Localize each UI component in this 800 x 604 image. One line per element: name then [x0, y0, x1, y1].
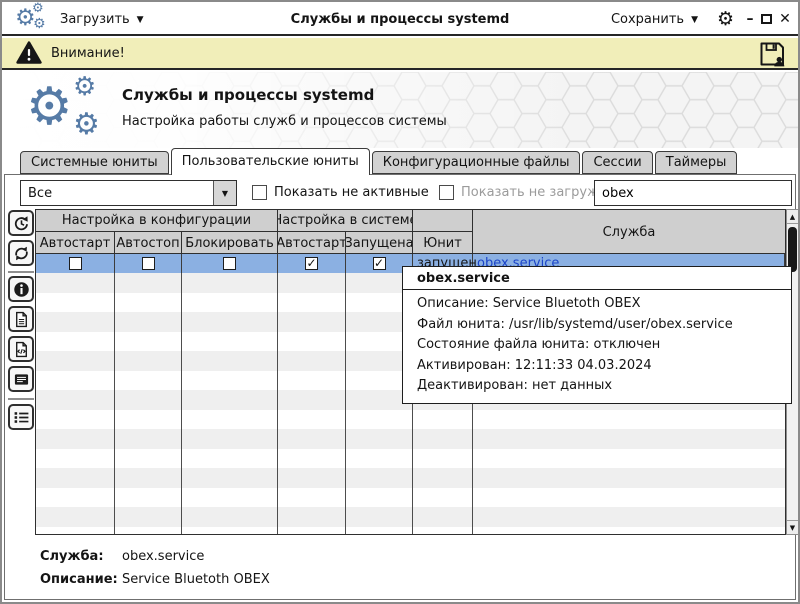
chevron-down-icon: ▼	[136, 14, 144, 25]
column-header-unit: Юнит	[413, 232, 473, 254]
history-button[interactable]	[8, 210, 34, 236]
table-row	[36, 507, 785, 527]
show-unloaded-checkbox[interactable]	[439, 185, 454, 200]
page-header: ⚙ ⚙ ⚙ Службы и процессы systemd Настройк…	[2, 72, 798, 148]
tooltip-unit-file: Файл юнита: /usr/lib/systemd/user/obex.s…	[417, 316, 733, 332]
gear-glyph: ⚙	[73, 107, 100, 142]
column-header-service: Служба	[602, 224, 656, 240]
search-input[interactable]	[594, 180, 792, 206]
gear-glyph: ⚙	[33, 16, 46, 32]
warning-triangle-icon	[16, 41, 42, 65]
show-inactive-checkbox[interactable]	[252, 185, 267, 200]
show-inactive-label: Показать не активные	[274, 185, 429, 200]
group-header-blank	[413, 210, 473, 232]
column-header-block: Блокировать	[182, 232, 278, 254]
combo-arrow-button[interactable]: ▼	[213, 181, 236, 205]
table-row	[36, 409, 785, 429]
scope-select[interactable]: Все ▼	[20, 180, 237, 206]
settings-gear-icon[interactable]: ⚙	[717, 2, 734, 36]
scope-select-value: Все	[28, 185, 53, 201]
table-row	[36, 487, 785, 507]
tab-timers[interactable]: Таймеры	[654, 151, 738, 174]
gear-glyph: ⚙	[73, 72, 97, 102]
checkbox-system-autostart[interactable]: ✓	[305, 257, 318, 270]
window-title: Службы и процессы systemd	[290, 11, 510, 27]
column-header-autostart-config: Автостарт	[36, 232, 115, 254]
detail-service-label: Служба:	[40, 549, 104, 564]
document-button[interactable]	[8, 306, 34, 332]
checkbox-system-running[interactable]: ✓	[372, 257, 386, 270]
maximize-button[interactable]	[758, 2, 774, 36]
tooltip-body: Описание: Service Bluetoth OBEX Файл юни…	[403, 290, 791, 403]
group-header-config: Настройка в конфигурации	[36, 210, 278, 232]
tab-config-files[interactable]: Конфигурационные файлы	[371, 151, 581, 174]
app-window: ⚙ ⚙ ⚙ Загрузить ▼ Службы и процессы syst…	[0, 0, 800, 604]
journal-console-icon	[13, 371, 30, 388]
list-icon	[13, 409, 30, 426]
load-menu-button[interactable]: Загрузить ▼	[60, 2, 144, 36]
maximize-icon	[760, 14, 772, 24]
tooltip-unit-file-state: Состояние файла юнита: отключен	[417, 337, 661, 352]
close-button[interactable]: ✕	[777, 2, 793, 36]
table-row	[36, 448, 785, 468]
group-header-system: Настройка в системе	[278, 210, 413, 232]
tooltip-deactivated: Деактивирован: нет данных	[417, 378, 613, 393]
document-icon	[13, 311, 30, 328]
toolbar-separator	[8, 271, 34, 273]
save-menu-label: Сохранить	[610, 11, 685, 27]
column-header-running: Запущена	[346, 232, 413, 254]
header-fade	[2, 72, 798, 148]
refresh-icon	[13, 245, 30, 262]
load-menu-label: Загрузить	[60, 11, 130, 27]
table-row	[36, 526, 785, 534]
detail-description-value: Service Bluetoth OBEX	[122, 572, 270, 587]
page-subtitle: Настройка работы служб и процессов систе…	[122, 114, 447, 129]
detail-service-value: obex.service	[122, 549, 205, 564]
refresh-button[interactable]	[8, 240, 34, 266]
toolbar-separator	[8, 398, 34, 400]
tooltip-description: Описание: Service Bluetoth OBEX	[417, 296, 641, 311]
page-title: Службы и процессы systemd	[122, 86, 375, 104]
gear-glyph: ⚙	[32, 1, 44, 16]
tab-system-units[interactable]: Системные юниты	[20, 151, 169, 174]
table-header: Настройка в конфигурации Настройка в сис…	[36, 210, 785, 254]
scroll-up-button[interactable]: ▲	[787, 210, 798, 224]
info-button[interactable]	[8, 276, 34, 302]
tooltip-activated: Активирован: 12:11:33 04.03.2024	[417, 357, 652, 373]
app-logo-icon: ⚙ ⚙ ⚙	[15, 1, 55, 34]
minimize-button[interactable]: –	[742, 2, 758, 36]
info-icon	[13, 281, 30, 298]
scroll-down-button[interactable]: ▼	[787, 520, 798, 534]
column-header-autostart-system: Автостарт	[278, 232, 346, 254]
checkbox-config-autostart[interactable]	[68, 257, 82, 270]
journal-button[interactable]	[8, 366, 34, 392]
service-tooltip: obex.service Описание: Service Bluetoth …	[402, 266, 792, 404]
scroll-up-icon: ▲	[789, 212, 796, 221]
gear-glyph: ⚙	[26, 77, 73, 137]
warning-label: Внимание!	[51, 45, 125, 61]
checkbox-config-block[interactable]	[223, 257, 236, 270]
table-row	[36, 468, 785, 488]
tab-user-units[interactable]: Пользовательские юниты	[170, 148, 370, 175]
app-logo-large-icon: ⚙ ⚙ ⚙	[26, 72, 118, 146]
tooltip-title: obex.service	[403, 267, 791, 290]
titlebar: ⚙ ⚙ ⚙ Загрузить ▼ Службы и процессы syst…	[2, 2, 798, 36]
tab-bar: Системные юниты Пользовательские юниты К…	[20, 148, 739, 175]
chevron-down-icon: ▼	[691, 14, 698, 25]
unit-file-code-icon	[13, 341, 30, 358]
scroll-down-icon: ▼	[789, 523, 796, 532]
save-user-units-icon[interactable]	[758, 40, 786, 68]
detail-description-label: Описание:	[40, 572, 118, 587]
save-menu-button[interactable]: Сохранить ▼	[611, 2, 698, 36]
warning-banner: Внимание!	[2, 38, 798, 70]
column-header-autostop: Автостоп	[115, 232, 182, 254]
table-row	[36, 429, 785, 449]
list-button[interactable]	[8, 404, 34, 430]
history-icon	[13, 215, 30, 232]
checkbox-config-autostop[interactable]	[141, 257, 155, 270]
tab-sessions[interactable]: Сессии	[582, 151, 653, 174]
chevron-down-icon: ▼	[221, 188, 229, 198]
unit-file-button[interactable]	[8, 336, 34, 362]
